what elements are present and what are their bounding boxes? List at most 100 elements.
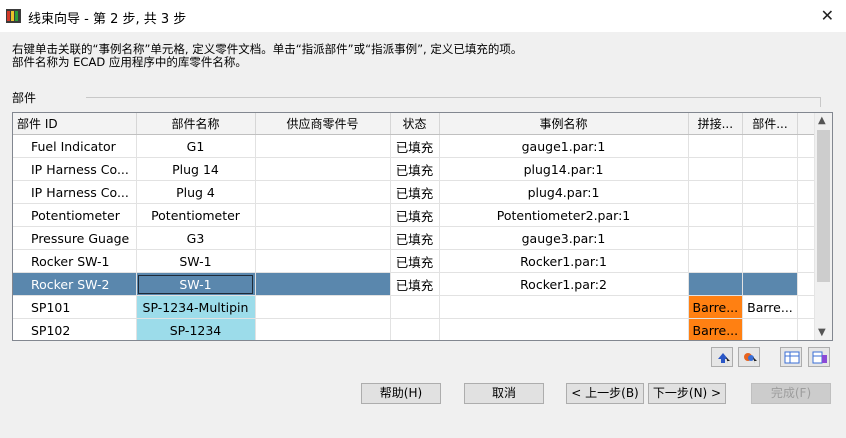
column-header[interactable]: 拼接... [688,113,744,135]
instance-name-cell[interactable]: plug14.par:1 [439,157,689,181]
status-cell: 已填充 [390,134,440,158]
splice-cell[interactable] [688,134,744,158]
table-row[interactable]: IP Harness Co... Plug 4 已填充 plug4.par:1 [13,180,819,204]
instance-name-cell[interactable]: gauge1.par:1 [439,134,689,158]
status-cell: 已填充 [390,226,440,250]
vendor-part-cell[interactable] [255,249,391,273]
splice-cell[interactable] [688,157,744,181]
column-header[interactable]: 部件... [742,113,798,135]
table-row-selected[interactable]: Rocker SW-2 SW-1 已填充 Rocker1.par:2 [13,272,819,296]
cancel-button[interactable]: 取消 [464,383,544,404]
part-cell[interactable]: Barre... [742,295,798,319]
table-row[interactable]: Pressure Guage G3 已填充 gauge3.par:1 [13,226,819,250]
part-name-cell[interactable]: Potentiometer [136,203,256,227]
column-header[interactable]: 供应商零件号 [255,113,391,135]
table-row[interactable]: IP Harness Co... Plug 14 已填充 plug14.par:… [13,157,819,181]
scroll-up-icon[interactable]: ▲ [818,115,826,126]
column-header[interactable]: 状态 [390,113,440,135]
part-name-cell[interactable]: Plug 14 [136,157,256,181]
group-divider [86,97,821,98]
table-row[interactable]: Rocker SW-1 SW-1 已填充 Rocker1.par:1 [13,249,819,273]
splice-cell[interactable] [688,180,744,204]
scrollbar-thumb[interactable] [817,130,830,282]
table-view-button[interactable] [780,347,802,367]
splice-cell[interactable] [688,203,744,227]
part-cell[interactable] [742,226,798,250]
instance-name-cell[interactable]: Rocker1.par:1 [439,249,689,273]
column-header[interactable]: 部件名称 [136,113,256,135]
column-header[interactable]: 部件 ID [13,113,137,135]
part-id-cell[interactable]: Rocker SW-1 [13,249,137,273]
part-cell[interactable] [742,203,798,227]
part-id-cell[interactable]: Fuel Indicator [13,134,137,158]
assign-part-button[interactable] [711,347,733,367]
part-id-cell[interactable]: SP102 [13,318,137,340]
next-button[interactable]: 下一步(N) > [648,383,726,404]
vendor-part-cell[interactable] [255,226,391,250]
vendor-part-cell[interactable] [255,203,391,227]
status-cell: 已填充 [390,203,440,227]
part-cell[interactable] [742,272,798,296]
harness-wizard-icon [6,9,21,23]
assign-instance-icon [744,353,757,364]
vendor-part-cell[interactable] [255,180,391,204]
part-id-cell[interactable]: SP101 [13,295,137,319]
table-row[interactable]: SP101 SP-1234-Multipin Barre... Barre... [13,295,819,319]
splice-cell[interactable]: Barre... [688,318,744,340]
close-icon[interactable]: ✕ [821,6,834,25]
table-row[interactable]: Potentiometer Potentiometer 已填充 Potentio… [13,203,819,227]
scroll-down-icon[interactable]: ▼ [818,327,826,338]
vendor-part-cell[interactable] [255,318,391,340]
part-cell[interactable] [742,157,798,181]
column-header[interactable]: 事例名称 [439,113,689,135]
splice-cell[interactable] [688,226,744,250]
part-id-cell[interactable]: Rocker SW-2 [13,272,137,296]
assign-instance-button[interactable] [738,347,760,367]
vendor-part-cell[interactable] [255,134,391,158]
finish-button[interactable]: 完成(F) [751,383,831,404]
part-name-cell[interactable]: SW-1 [136,249,256,273]
instance-name-cell[interactable]: Potentiometer2.par:1 [439,203,689,227]
vendor-part-cell[interactable] [255,295,391,319]
vendor-part-cell[interactable] [255,272,391,296]
splice-cell[interactable]: Barre... [688,295,744,319]
table-settings-button[interactable] [808,347,830,367]
instance-name-cell[interactable] [439,318,689,340]
instance-name-cell[interactable] [439,295,689,319]
part-cell[interactable] [742,180,798,204]
table-row[interactable]: SP102 SP-1234 Barre... [13,318,819,340]
part-cell[interactable] [742,249,798,273]
back-button[interactable]: < 上一步(B) [566,383,644,404]
part-name-cell[interactable]: SP-1234-Multipin [136,295,256,319]
part-id-cell[interactable]: Pressure Guage [13,226,137,250]
help-button[interactable]: 帮助(H) [361,383,441,404]
part-name-cell[interactable]: SP-1234 [136,318,256,340]
group-divider-end [820,97,821,107]
part-name-cell[interactable]: G1 [136,134,256,158]
part-id-cell[interactable]: Potentiometer [13,203,137,227]
part-name-cell[interactable]: G3 [136,226,256,250]
assign-part-icon [718,353,730,364]
instance-name-cell[interactable]: plug4.par:1 [439,180,689,204]
part-id-cell[interactable]: IP Harness Co... [13,180,137,204]
table-row[interactable]: Fuel Indicator G1 已填充 gauge1.par:1 [13,134,819,158]
title-bar: 线束向导 - 第 2 步, 共 3 步 ✕ [0,0,846,32]
vertical-scrollbar[interactable]: ▲ ▼ [814,113,832,340]
table-header-row: 部件 ID 部件名称 供应商零件号 状态 事例名称 拼接... 部件... [13,113,819,135]
splice-cell[interactable] [688,272,744,296]
part-name-cell[interactable]: Plug 4 [136,180,256,204]
parts-group-label: 部件 [12,91,37,105]
part-name-cell-focused[interactable]: SW-1 [136,272,256,296]
part-id-cell[interactable]: IP Harness Co... [13,157,137,181]
window-title: 线束向导 - 第 2 步, 共 3 步 [28,12,187,27]
status-cell: 已填充 [390,272,440,296]
parts-grid[interactable]: 部件 ID 部件名称 供应商零件号 状态 事例名称 拼接... 部件... Fu… [12,112,833,341]
table-view-icon [784,351,800,364]
instance-name-cell[interactable]: gauge3.par:1 [439,226,689,250]
splice-cell[interactable] [688,249,744,273]
part-cell[interactable] [742,318,798,340]
instance-name-cell[interactable]: Rocker1.par:2 [439,272,689,296]
part-cell[interactable] [742,134,798,158]
vendor-part-cell[interactable] [255,157,391,181]
status-cell: 已填充 [390,249,440,273]
